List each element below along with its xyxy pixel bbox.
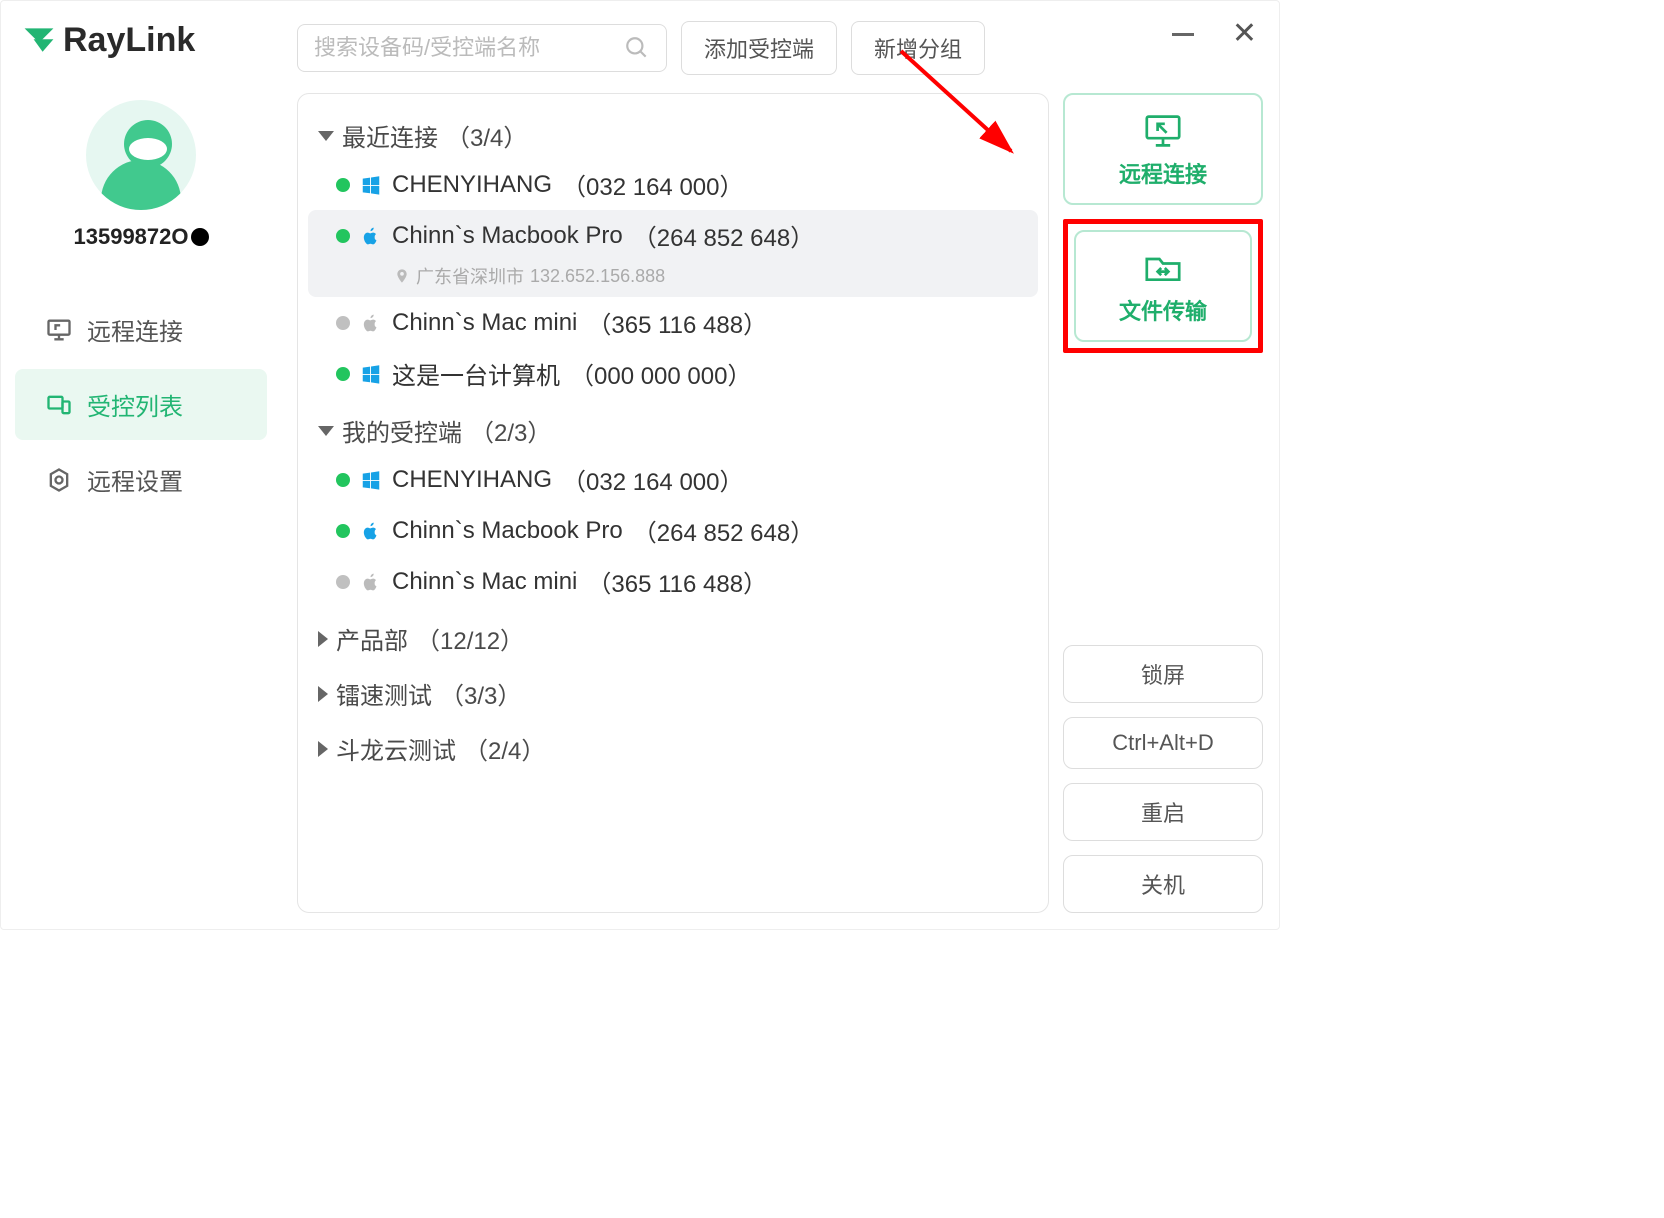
status-online-icon [336,178,350,192]
avatar[interactable] [86,100,196,210]
brand-logo: RayLink [1,21,195,60]
windows-icon [360,363,382,385]
search-input-wrap[interactable] [297,24,667,72]
remote-connect-icon [1141,113,1185,149]
device-item[interactable]: 这是一台计算机 （000 000 000） [308,348,1038,399]
user-phone: 13599872O [74,224,209,250]
device-item[interactable]: CHENYIHANG （032 164 000） [308,454,1038,505]
device-item[interactable]: Chinn`s Mac mini （365 116 488） [308,556,1038,607]
nav-controlled-list[interactable]: 受控列表 [15,369,267,440]
brand-text: RayLink [63,21,195,60]
caret-down-icon [318,131,334,141]
devices-icon [45,391,73,419]
group-recent[interactable]: 最近连接 （3/4） [308,112,1038,159]
group-doulong[interactable]: 斗龙云测试 （2/4） [308,725,1038,772]
logo-icon [21,23,57,59]
status-offline-icon [336,575,350,589]
group-product[interactable]: 产品部 （12/12） [308,615,1038,662]
device-item-selected[interactable]: Chinn`s Macbook Pro （264 852 648） 广东省深圳市… [308,210,1038,297]
remote-connect-action[interactable]: 远程连接 [1063,93,1263,205]
windows-icon [360,469,382,491]
caret-right-icon [318,686,328,702]
new-group-button[interactable]: 新增分组 [851,21,985,75]
ctrl-alt-d-button[interactable]: Ctrl+Alt+D [1063,717,1263,769]
status-online-icon [336,524,350,538]
device-item[interactable]: Chinn`s Mac mini （365 116 488） [308,297,1038,348]
file-transfer-action[interactable]: 文件传输 [1074,230,1252,342]
apple-icon [360,225,382,247]
nav-remote-connect[interactable]: 远程连接 [15,294,267,365]
status-online-icon [336,229,350,243]
device-panel: 最近连接 （3/4） CHENYIHANG （032 164 000） Chin… [297,93,1049,913]
monitor-icon [45,316,73,344]
caret-right-icon [318,631,328,647]
folder-transfer-icon [1141,250,1185,286]
apple-icon [360,520,382,542]
caret-down-icon [318,426,334,436]
apple-icon [360,571,382,593]
group-speed[interactable]: 镭速测试 （3/3） [308,670,1038,717]
status-offline-icon [336,316,350,330]
caret-right-icon [318,741,328,757]
lock-screen-button[interactable]: 锁屏 [1063,645,1263,703]
status-online-icon [336,367,350,381]
device-item[interactable]: Chinn`s Macbook Pro （264 852 648） [308,505,1038,556]
highlight-annotation: 文件传输 [1063,219,1263,353]
device-item[interactable]: CHENYIHANG （032 164 000） [308,159,1038,210]
restart-button[interactable]: 重启 [1063,783,1263,841]
gear-icon [45,466,73,494]
windows-icon [360,174,382,196]
group-mine[interactable]: 我的受控端 （2/3） [308,407,1038,454]
search-icon [624,35,650,61]
apple-icon [360,312,382,334]
add-controlled-button[interactable]: 添加受控端 [681,21,837,75]
status-online-icon [336,473,350,487]
search-input[interactable] [314,35,624,61]
shutdown-button[interactable]: 关机 [1063,855,1263,913]
nav-remote-settings[interactable]: 远程设置 [15,444,267,515]
location-icon [394,268,410,284]
